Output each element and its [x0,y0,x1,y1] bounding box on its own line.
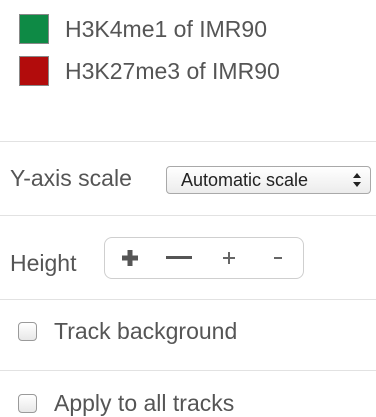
divider [0,370,376,371]
updown-arrows-icon [353,173,361,187]
apply-all-tracks-option[interactable]: Apply to all tracks [18,390,234,417]
y-axis-scale-label: Y-axis scale [10,165,132,191]
legend-item-label: H3K4me1 of IMR90 [65,15,267,42]
y-axis-scale-select[interactable]: Automatic scale [166,166,371,194]
increase-height-large-button[interactable] [105,238,155,278]
increase-height-small-button[interactable] [204,238,254,278]
track-background-checkbox[interactable] [18,322,37,341]
track-settings-panel: H3K4me1 of IMR90 H3K27me3 of IMR90 Y-axi… [0,0,376,417]
apply-all-tracks-checkbox[interactable] [18,394,37,413]
color-swatch[interactable] [19,56,49,86]
track-legend: H3K4me1 of IMR90 H3K27me3 of IMR90 [0,0,376,130]
plus-small-icon [222,252,235,264]
divider [0,141,376,142]
minus-small-icon [274,257,283,259]
apply-all-tracks-label: Apply to all tracks [54,390,235,416]
height-label: Height [10,250,77,276]
plus-bold-icon [121,250,138,266]
height-button-group [104,237,304,279]
decrease-height-large-button[interactable] [155,238,205,278]
legend-item-h3k4me1: H3K4me1 of IMR90 [19,14,267,44]
select-value: Automatic scale [181,169,309,190]
divider [0,215,376,216]
divider [0,299,376,300]
legend-item-label: H3K27me3 of IMR90 [65,57,280,84]
track-background-label: Track background [54,318,238,344]
minus-bold-icon [166,256,193,259]
legend-item-h3k27me3: H3K27me3 of IMR90 [19,56,280,86]
color-swatch[interactable] [19,14,49,44]
decrease-height-small-button[interactable] [254,238,304,278]
track-background-option[interactable]: Track background [18,318,237,345]
